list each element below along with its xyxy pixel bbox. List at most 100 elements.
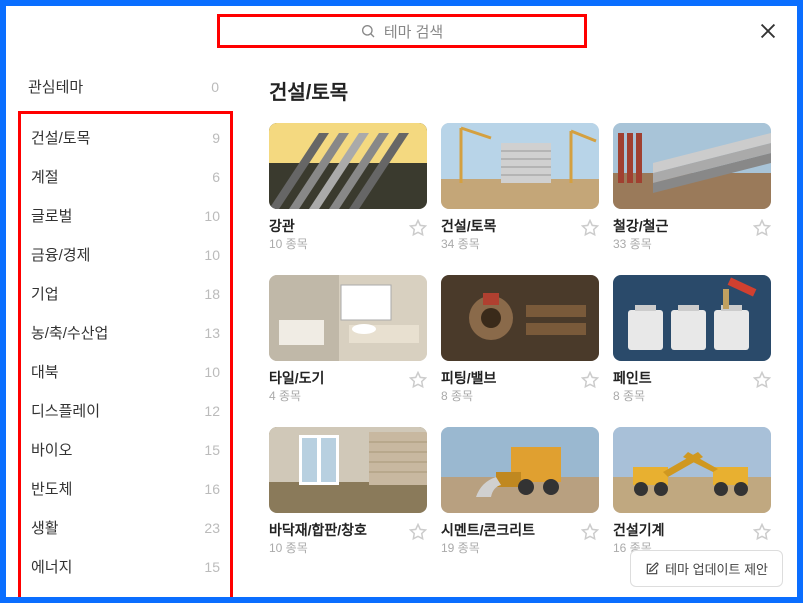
card-thumbnail: [441, 275, 599, 361]
theme-card[interactable]: 시멘트/콘크리트19 종목: [441, 427, 599, 557]
theme-card[interactable]: 페인트8 종목: [613, 275, 771, 405]
sidebar-item-count: 23: [204, 520, 220, 536]
sidebar-item[interactable]: 글로벌 10: [21, 196, 230, 235]
card-title: 철강/철근: [613, 217, 668, 235]
card-subtitle: 33 종목: [613, 237, 668, 253]
sidebar-item[interactable]: 기업 18: [21, 274, 230, 313]
sidebar-item-label: 기업: [31, 283, 59, 304]
card-subtitle: 10 종목: [269, 541, 367, 557]
card-subtitle: 10 종목: [269, 237, 308, 253]
favorite-star-button[interactable]: [753, 371, 771, 389]
favorite-star-button[interactable]: [753, 219, 771, 237]
sidebar-item-label: 금융/경제: [31, 244, 90, 265]
card-thumbnail: [613, 427, 771, 513]
sidebar-item-label: 농/축/수산업: [31, 322, 108, 343]
card-title: 타일/도기: [269, 369, 324, 387]
sidebar-favorites[interactable]: 관심테마 0: [6, 66, 241, 107]
suggest-label: 테마 업데이트 제안: [665, 559, 768, 578]
theme-card[interactable]: 건설/토목 34 종목: [441, 123, 599, 253]
card-thumbnail: [269, 275, 427, 361]
sidebar-item-count: 12: [204, 403, 220, 419]
sidebar-item-count: 18: [204, 286, 220, 302]
sidebar-favorites-count: 0: [211, 79, 219, 95]
theme-card[interactable]: 건설기계16 종목: [613, 427, 771, 557]
card-title: 건설/토목: [441, 217, 496, 235]
card-subtitle: 8 종목: [441, 389, 496, 405]
sidebar-item-count: 6: [212, 169, 220, 185]
card-subtitle: 8 종목: [613, 389, 652, 405]
card-meta: 바닥재/합판/창호 10 종목: [269, 521, 427, 557]
card-thumbnail: [269, 123, 427, 209]
sidebar-item[interactable]: 생활 23: [21, 508, 230, 547]
sidebar-item-count: 10: [204, 247, 220, 263]
app-window: 테마 검색 관심테마 0 건설/토목 9 계절 6 글로벌 10 금융/경제 10 기업 18 농/…: [6, 6, 797, 597]
card-thumbnail: [613, 275, 771, 361]
sidebar-item[interactable]: 계절 6: [21, 157, 230, 196]
search-input[interactable]: 테마 검색: [217, 14, 587, 48]
favorite-star-button[interactable]: [581, 523, 599, 541]
sidebar-item-label: 디스플레이: [31, 400, 100, 421]
sidebar-item-label: 생활: [31, 517, 59, 538]
sidebar-item-count: 15: [204, 442, 220, 458]
card-title: 피팅/밸브: [441, 369, 496, 387]
sidebar-item[interactable]: 바이오 15: [21, 430, 230, 469]
sidebar-item-label: 여가: [31, 595, 59, 597]
card-thumbnail: [613, 123, 771, 209]
sidebar-item-label: 바이오: [31, 439, 72, 460]
sidebar-item-label: 반도체: [31, 478, 72, 499]
card-meta: 페인트8 종목: [613, 369, 771, 405]
sidebar-item-label: 글로벌: [31, 205, 72, 226]
edit-icon: [645, 562, 659, 576]
sidebar-item[interactable]: 디스플레이 12: [21, 391, 230, 430]
card-meta: 시멘트/콘크리트19 종목: [441, 521, 599, 557]
sidebar-item-count: 10: [204, 364, 220, 380]
close-button[interactable]: [757, 20, 779, 42]
favorite-star-button[interactable]: [409, 523, 427, 541]
sidebar-list: 건설/토목 9 계절 6 글로벌 10 금융/경제 10 기업 18 농/축/수산업 13 대북 10 디스…: [18, 111, 233, 597]
theme-card[interactable]: 철강/철근 33 종목: [613, 123, 771, 253]
theme-card[interactable]: 바닥재/합판/창호 10 종목: [269, 427, 427, 557]
card-thumbnail: [441, 123, 599, 209]
card-subtitle: 4 종목: [269, 389, 324, 405]
sidebar-item-count: 9: [212, 130, 220, 146]
suggest-update-button[interactable]: 테마 업데이트 제안: [630, 550, 783, 587]
sidebar-item[interactable]: 반도체 16: [21, 469, 230, 508]
sidebar-item[interactable]: 건설/토목 9: [21, 118, 230, 157]
sidebar-item-label: 대북: [31, 361, 59, 382]
body: 관심테마 0 건설/토목 9 계절 6 글로벌 10 금융/경제 10 기업 18 농/축/수산업 1…: [6, 56, 797, 597]
card-meta: 강관 10 종목: [269, 217, 427, 253]
sidebar-item-label: 계절: [31, 166, 59, 187]
page-title: 건설/토목: [269, 76, 777, 105]
favorite-star-button[interactable]: [581, 219, 599, 237]
card-subtitle: 34 종목: [441, 237, 496, 253]
card-meta: 피팅/밸브 8 종목: [441, 369, 599, 405]
sidebar-item[interactable]: 농/축/수산업 13: [21, 313, 230, 352]
theme-card[interactable]: 강관 10 종목: [269, 123, 427, 253]
sidebar-item[interactable]: 대북 10: [21, 352, 230, 391]
sidebar-item[interactable]: 금융/경제 10: [21, 235, 230, 274]
card-thumbnail: [269, 427, 427, 513]
sidebar-item-label: 에너지: [31, 556, 72, 577]
sidebar-item[interactable]: 에너지 15: [21, 547, 230, 586]
sidebar-favorites-label: 관심테마: [28, 76, 83, 97]
favorite-star-button[interactable]: [409, 371, 427, 389]
sidebar-item-count: 13: [204, 325, 220, 341]
favorite-star-button[interactable]: [409, 219, 427, 237]
favorite-star-button[interactable]: [581, 371, 599, 389]
sidebar-item[interactable]: 여가20: [21, 586, 230, 597]
card-grid: 강관 10 종목 건설/토목 34 종목 철강/철근 33 종목타일/도기 4 종목 피팅/밸…: [269, 123, 777, 556]
theme-card[interactable]: 타일/도기 4 종목: [269, 275, 427, 405]
search-placeholder: 테마 검색: [384, 21, 443, 42]
sidebar-item-count: 16: [204, 481, 220, 497]
sidebar-item-count: 10: [204, 208, 220, 224]
theme-card[interactable]: 피팅/밸브 8 종목: [441, 275, 599, 405]
close-icon: [757, 20, 779, 42]
favorite-star-button[interactable]: [753, 523, 771, 541]
card-thumbnail: [441, 427, 599, 513]
sidebar-item-label: 건설/토목: [31, 127, 90, 148]
card-title: 강관: [269, 217, 308, 235]
search-icon: [360, 23, 376, 39]
sidebar-item-count: 15: [204, 559, 220, 575]
header: 테마 검색: [6, 6, 797, 56]
card-title: 바닥재/합판/창호: [269, 521, 367, 539]
